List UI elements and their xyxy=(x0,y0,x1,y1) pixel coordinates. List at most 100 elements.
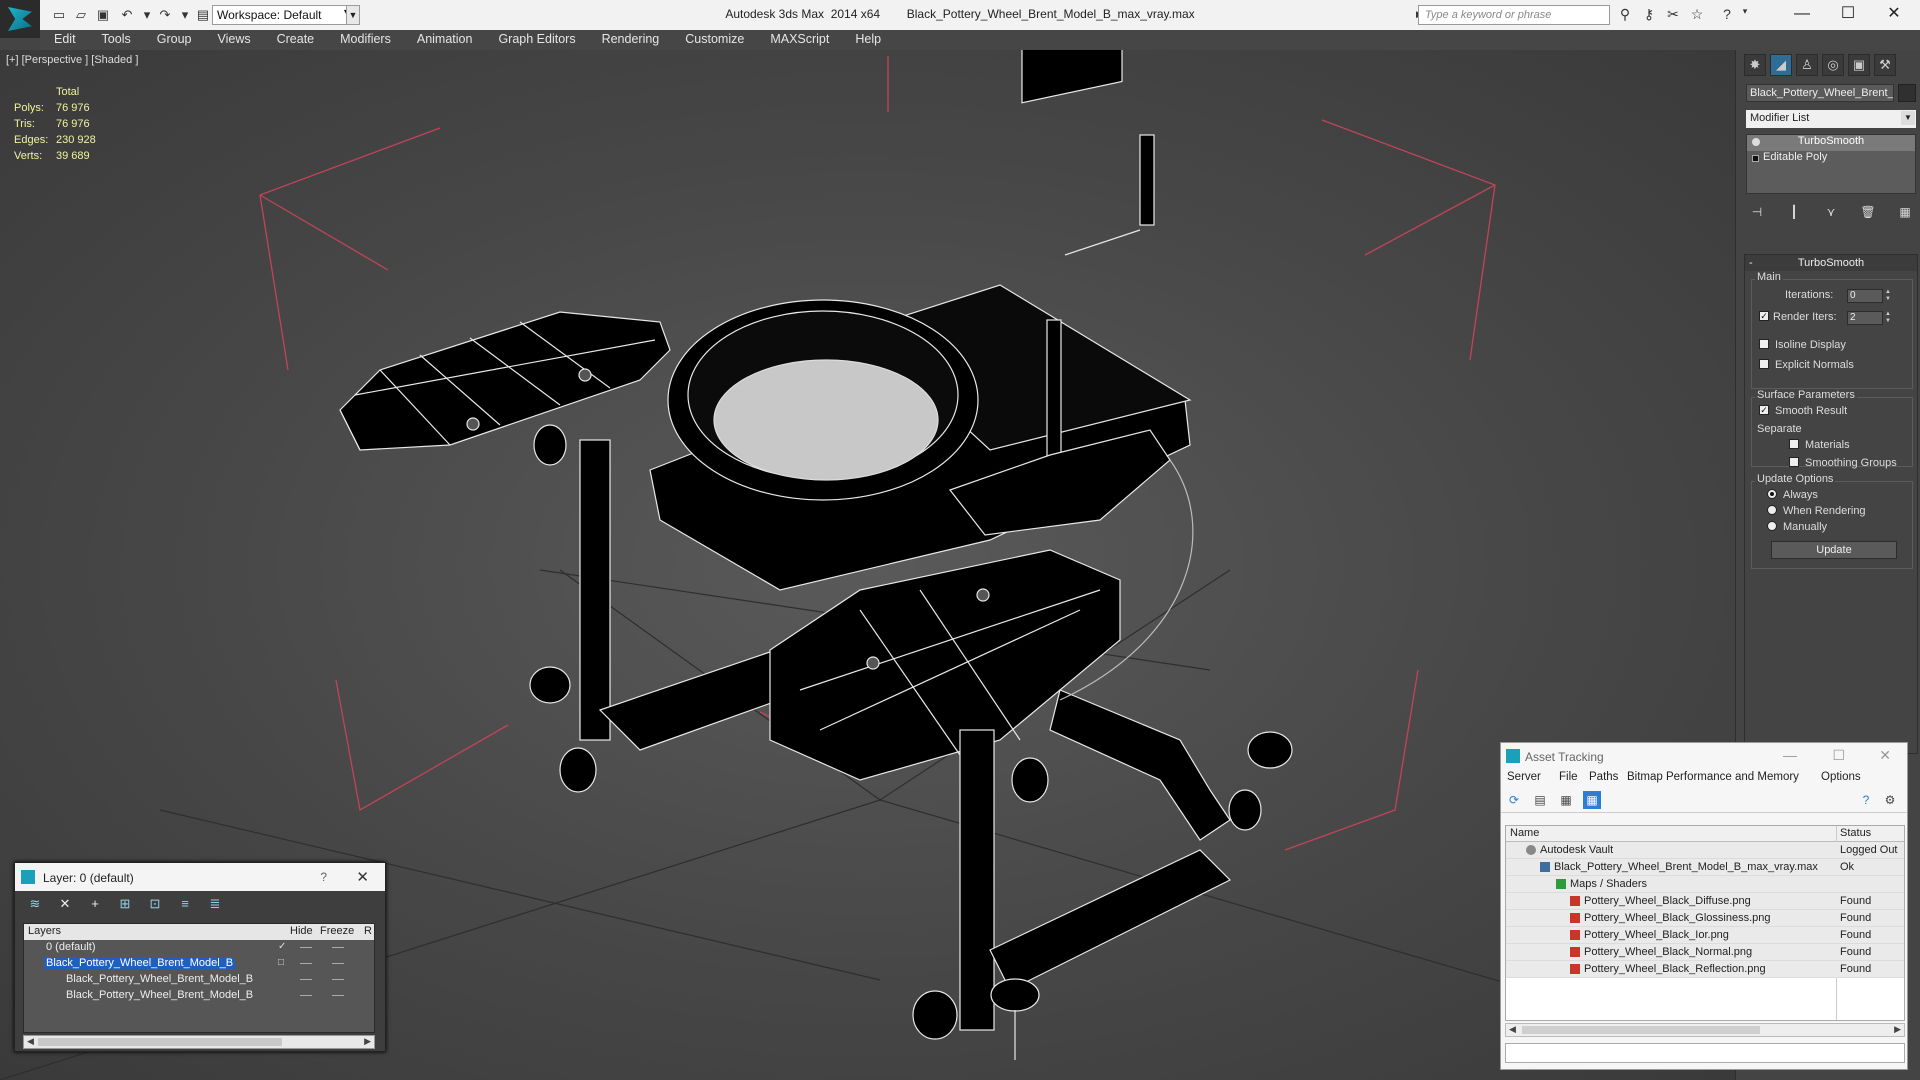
asset-menu-options[interactable]: Options xyxy=(1821,771,1861,783)
isoline-display-checkbox[interactable] xyxy=(1759,339,1769,349)
communication-icon[interactable]: ✂ xyxy=(1664,6,1682,24)
utilities-tab-icon[interactable]: ⚒ xyxy=(1874,54,1896,76)
hierarchy-tab-icon[interactable]: ♙ xyxy=(1796,54,1818,76)
pin-stack-icon[interactable]: ⊣ xyxy=(1746,202,1768,222)
minimize-icon[interactable]: — xyxy=(1783,747,1797,763)
hide-column-header[interactable]: Hide xyxy=(290,925,313,937)
modifier-list-dropdown[interactable]: Modifier List ▼ xyxy=(1746,110,1916,128)
hide-toggle[interactable] xyxy=(300,963,312,964)
scroll-right-icon[interactable]: ▶ xyxy=(364,1036,371,1047)
active-layer-box-icon[interactable]: □ xyxy=(278,957,284,968)
hide-all-layers-icon[interactable]: ≣ xyxy=(207,896,223,912)
name-column-header[interactable]: Name xyxy=(1510,827,1539,839)
asset-menu-server[interactable]: Server xyxy=(1507,771,1541,783)
layers-column-header[interactable]: Layers xyxy=(28,925,61,937)
add-to-layer-icon[interactable]: ⊞ xyxy=(117,896,133,912)
create-layer-icon[interactable]: + xyxy=(87,896,103,912)
asset-help-icon[interactable]: ? xyxy=(1857,791,1875,809)
render-iters-spinner[interactable]: 2 xyxy=(1847,311,1883,325)
separate-smoothing-groups-checkbox[interactable] xyxy=(1789,457,1799,467)
layer-row[interactable]: Black_Pottery_Wheel_Brent_Model_B □ xyxy=(24,956,374,972)
explicit-normals-checkbox[interactable] xyxy=(1759,359,1769,369)
display-tab-icon[interactable]: ▣ xyxy=(1848,54,1870,76)
iterations-spinner[interactable]: 0 xyxy=(1847,289,1883,303)
freeze-toggle[interactable] xyxy=(332,979,344,980)
update-when-rendering-radio[interactable] xyxy=(1767,505,1777,515)
menu-rendering[interactable]: Rendering xyxy=(602,32,660,46)
render-column-header[interactable]: R xyxy=(364,925,372,937)
maximize-icon[interactable]: ☐ xyxy=(1832,747,1845,764)
asset-row[interactable]: Maps / Shaders xyxy=(1506,876,1904,893)
active-layer-check-icon[interactable]: ✓ xyxy=(278,941,286,952)
asset-settings-icon[interactable]: ⚙ xyxy=(1881,791,1899,809)
asset-row[interactable]: Pottery_Wheel_Black_Diffuse.png Found xyxy=(1506,893,1904,910)
favorites-star-icon[interactable]: ☆ xyxy=(1688,6,1706,24)
expand-square-icon[interactable] xyxy=(1752,155,1759,162)
refresh-icon[interactable]: ⟳ xyxy=(1505,791,1523,809)
modify-tab-icon[interactable]: ◢ xyxy=(1770,54,1792,76)
stack-item-turbosmooth[interactable]: TurboSmooth xyxy=(1747,135,1915,151)
maximize-button[interactable]: ☐ xyxy=(1826,3,1870,27)
motion-tab-icon[interactable]: ◎ xyxy=(1822,54,1844,76)
asset-row[interactable]: Pottery_Wheel_Black_Glossiness.png Found xyxy=(1506,910,1904,927)
show-end-result-icon[interactable]: ┃ xyxy=(1783,202,1805,222)
menu-group[interactable]: Group xyxy=(157,32,192,46)
scroll-thumb[interactable] xyxy=(38,1038,282,1046)
layer-settings-icon[interactable]: ≋ xyxy=(27,896,43,912)
layer-object-row[interactable]: Black_Pottery_Wheel_Brent_Model_B xyxy=(24,988,374,1004)
search-input[interactable]: Type a keyword or phrase xyxy=(1418,5,1610,25)
asset-menu-bitmap-performance[interactable]: Bitmap Performance and Memory xyxy=(1627,771,1799,783)
hide-toggle[interactable] xyxy=(300,979,312,980)
menu-edit[interactable]: Edit xyxy=(54,32,76,46)
minimize-button[interactable]: — xyxy=(1780,3,1824,27)
spinner-arrows-icon[interactable]: ▲ ▼ xyxy=(1885,311,1893,325)
asset-row[interactable]: Autodesk Vault Logged Out xyxy=(1506,842,1904,859)
update-button[interactable]: Update xyxy=(1771,541,1897,559)
close-icon[interactable]: ✕ xyxy=(356,868,369,886)
freeze-toggle[interactable] xyxy=(332,995,344,996)
layer-object-row[interactable]: Black_Pottery_Wheel_Brent_Model_B xyxy=(24,972,374,988)
stack-item-editable-poly[interactable]: Editable Poly xyxy=(1747,151,1915,167)
asset-horizontal-scrollbar[interactable]: ◀ ▶ xyxy=(1505,1023,1905,1037)
pottery-wheel-model[interactable] xyxy=(339,50,1293,1060)
make-unique-icon[interactable]: ⋎ xyxy=(1820,202,1842,222)
asset-row[interactable]: Black_Pottery_Wheel_Brent_Model_B_max_vr… xyxy=(1506,859,1904,876)
scroll-right-icon[interactable]: ▶ xyxy=(1894,1024,1901,1035)
highlight-layer-icon[interactable]: ≡ xyxy=(177,896,193,912)
lightbulb-icon[interactable] xyxy=(1752,138,1760,146)
freeze-column-header[interactable]: Freeze xyxy=(320,925,354,937)
menu-graph-editors[interactable]: Graph Editors xyxy=(498,32,575,46)
scroll-left-icon[interactable]: ◀ xyxy=(1509,1024,1516,1035)
subscription-icon[interactable]: ⚷ xyxy=(1640,6,1658,24)
menu-help[interactable]: Help xyxy=(855,32,881,46)
list-view-icon[interactable]: ▤ xyxy=(1531,791,1549,809)
asset-menu-file[interactable]: File xyxy=(1559,771,1578,783)
menu-modifiers[interactable]: Modifiers xyxy=(340,32,391,46)
table-view-icon[interactable]: ▦ xyxy=(1583,791,1601,809)
help-icon[interactable]: ? xyxy=(320,870,327,884)
asset-row[interactable]: Pottery_Wheel_Black_Reflection.png Found xyxy=(1506,961,1904,978)
rollout-header[interactable]: - TurboSmooth xyxy=(1745,255,1917,271)
close-icon[interactable]: ✕ xyxy=(1879,747,1891,764)
menu-customize[interactable]: Customize xyxy=(685,32,744,46)
scroll-left-icon[interactable]: ◀ xyxy=(27,1036,34,1047)
menu-maxscript[interactable]: MAXScript xyxy=(770,32,829,46)
object-color-swatch[interactable] xyxy=(1898,84,1916,102)
hide-toggle[interactable] xyxy=(300,947,312,948)
help-icon[interactable]: ? xyxy=(1718,6,1736,24)
scroll-thumb[interactable] xyxy=(1522,1026,1760,1034)
select-in-layer-icon[interactable]: ⊡ xyxy=(147,896,163,912)
layer-row[interactable]: 0 (default) ✓ xyxy=(24,940,374,956)
spinner-arrows-icon[interactable]: ▲ ▼ xyxy=(1885,289,1893,303)
layer-panel-titlebar[interactable]: Layer: 0 (default) ? ✕ xyxy=(15,863,385,891)
asset-tracking-titlebar[interactable]: Asset Tracking — ☐ ✕ xyxy=(1501,743,1907,769)
configure-modifier-sets-icon[interactable]: ▦ xyxy=(1894,202,1916,222)
asset-row[interactable]: Pottery_Wheel_Black_Normal.png Found xyxy=(1506,944,1904,961)
render-iters-checkbox[interactable]: ✓ xyxy=(1759,311,1769,321)
object-name-field[interactable]: Black_Pottery_Wheel_Brent_ xyxy=(1746,84,1894,102)
create-tab-icon[interactable]: ✸ xyxy=(1744,54,1766,76)
smooth-result-checkbox[interactable]: ✓ xyxy=(1759,405,1769,415)
hide-toggle[interactable] xyxy=(300,995,312,996)
update-always-radio[interactable] xyxy=(1767,489,1777,499)
menu-create[interactable]: Create xyxy=(277,32,315,46)
